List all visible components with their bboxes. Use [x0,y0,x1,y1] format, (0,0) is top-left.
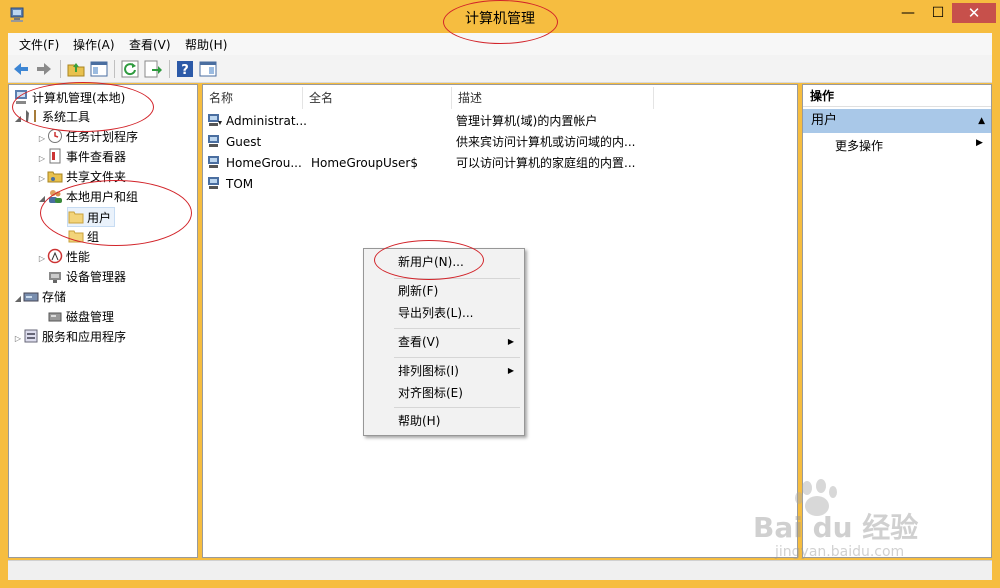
collapsed-arrow-icon[interactable]: ▷ [37,149,47,169]
expanded-arrow-icon[interactable]: ◢ [13,289,23,309]
menu-separator [394,357,520,358]
menu-file[interactable]: 文件(F) [19,36,59,53]
watermark-brand: Bai du 经验 [753,511,919,544]
table-row[interactable]: Administrat... 管理计算机(域)的内置帐户 [207,111,795,132]
tree-label: 设备管理器 [66,270,127,284]
user-icon [208,156,219,168]
show-hide-tree-icon[interactable] [89,59,109,79]
tree-item-services-apps[interactable]: ▷ 服务和应用程序 [13,327,126,347]
menu-item-export-list[interactable]: 导出列表(L)... [366,302,522,324]
actions-section-label: 用户 [811,113,838,128]
tree-label: 存储 [42,290,67,304]
tree-item-performance[interactable]: ▷ 性能 [37,247,90,267]
annotation-ellipse-local-users [40,180,192,246]
menu-view[interactable]: 查看(V) [129,36,171,53]
collapsed-arrow-icon[interactable]: ▷ [37,129,47,149]
submenu-arrow-icon: ▶ [507,337,514,346]
collapse-up-icon[interactable]: ▲ [978,109,985,133]
column-header-description[interactable]: 描述 [452,87,654,109]
annotation-ellipse-title [443,0,558,44]
show-hide-action-pane-icon[interactable] [198,59,218,79]
user-name: Guest [226,135,262,149]
services-icon [24,329,38,343]
menu-item-label: 排列图标(I) [398,364,459,378]
menu-help[interactable]: 帮助(H) [185,36,227,53]
refresh-icon[interactable] [120,59,140,79]
tree-label: 磁盘管理 [66,310,115,324]
toolbar-separator [60,60,61,78]
user-description: 管理计算机(域)的内置帐户 [456,114,598,128]
help-icon[interactable]: ? [175,59,195,79]
menu-item-view[interactable]: 查看(V) ▶ [366,331,522,353]
device-manager-icon [49,272,61,283]
table-row[interactable]: HomeGrou... HomeGroupUser$ 可以访问计算机的家庭组的内… [207,153,795,174]
actions-header: 操作 [803,85,991,107]
collapsed-arrow-icon[interactable]: ▷ [37,169,47,189]
tree-label: 任务计划程序 [66,130,139,144]
menu-item-arrange-icons[interactable]: 排列图标(I) ▶ [366,360,522,382]
user-fullname: HomeGroupUser$ [311,156,418,170]
baidu-watermark: Bai du 经验 jingyan.baidu.com [745,478,975,568]
actions-section-users[interactable]: 用户 ▲ [803,109,991,133]
back-icon[interactable] [11,59,31,79]
up-folder-icon[interactable] [66,59,86,79]
menu-item-label: 查看(V) [398,335,440,349]
submenu-arrow-icon: ▶ [507,366,514,375]
menu-item-help[interactable]: 帮助(H) [366,410,522,432]
menu-item-align-icons[interactable]: 对齐图标(E) [366,382,522,404]
minimize-button[interactable]: — [893,3,923,23]
tree-label: 性能 [66,250,91,264]
tree-label: 服务和应用程序 [42,330,127,344]
user-description: 供来宾访问计算机或访问域的内... [456,135,636,149]
tree-item-device-manager[interactable]: 设备管理器 [47,267,126,287]
maximize-button[interactable]: ☐ [925,3,951,23]
table-row[interactable]: TOM [207,174,795,195]
export-list-icon[interactable] [143,59,163,79]
menu-separator [394,407,520,408]
column-header-name[interactable]: 名称 [203,87,303,109]
disk-icon [48,312,62,322]
more-actions-item[interactable]: 更多操作 [835,137,883,154]
user-icon [208,114,222,126]
watermark-url: jingyan.baidu.com [775,544,905,560]
tree-item-storage[interactable]: ◢ 存储 [13,287,66,307]
performance-icon [47,248,63,264]
user-icon [208,177,219,189]
tree-label: 事件查看器 [66,150,127,164]
collapsed-arrow-icon[interactable]: ▷ [37,249,47,269]
event-viewer-icon [49,148,61,164]
toolbar-separator [114,60,115,78]
close-button[interactable]: ✕ [952,3,996,23]
user-name: Administrat... [226,114,307,128]
navigation-tree: 计算机管理(本地) ◢ 系统工具 ▷ 任务计划程序 ▷ 事件查看器 ▷ 共享文件夹 ◢ 本… [8,84,198,558]
user-name: TOM [226,177,254,191]
table-row[interactable]: Guest 供来宾访问计算机或访问域的内... [207,132,795,153]
user-description: 可以访问计算机的家庭组的内置... [456,156,636,170]
more-actions-label: 更多操作 [835,139,884,153]
menu-separator [394,328,520,329]
toolbar-separator [169,60,170,78]
tree-item-disk-management[interactable]: 磁盘管理 [47,307,114,327]
user-name: HomeGrou... [226,156,302,170]
collapsed-arrow-icon[interactable]: ▷ [13,329,23,349]
user-icon [208,135,219,147]
storage-icon [23,292,39,302]
menu-action[interactable]: 操作(A) [73,36,115,53]
forward-icon[interactable] [34,59,54,79]
annotation-ellipse-new-user [374,240,484,280]
toolbar: ? [8,55,992,83]
shared-folder-icon [47,171,63,183]
column-header-fullname[interactable]: 全名 [303,87,452,109]
svg-text:?: ? [181,63,189,78]
menu-item-refresh[interactable]: 刷新(F) [366,280,522,302]
submenu-arrow-icon: ▶ [976,138,983,148]
tree-item-event-viewer[interactable]: ▷ 事件查看器 [37,147,126,167]
annotation-ellipse-tree-root [12,82,154,132]
